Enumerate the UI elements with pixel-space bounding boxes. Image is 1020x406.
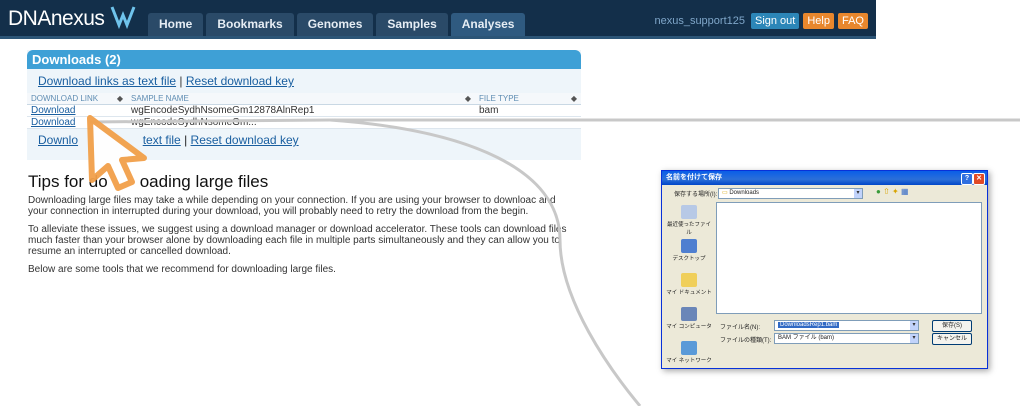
place-my-documents[interactable]: マイ ドキュメント — [666, 273, 712, 305]
place-recent[interactable]: 最近使ったファイル — [666, 205, 712, 237]
save-as-dialog: 名前を付けて保存 ? ✕ 保存する場所(I): ▭ Downloads ▾ ● … — [661, 170, 988, 369]
place-my-computer[interactable]: マイ コンピュータ — [666, 307, 712, 339]
filetype-select[interactable]: BAM ファイル (bam) ▾ — [774, 333, 919, 344]
filetype-value: BAM ファイル (bam) — [778, 335, 835, 341]
save-in-value: Downloads — [729, 190, 760, 196]
my-documents-icon — [681, 273, 697, 287]
place-my-network[interactable]: マイ ネットワーク — [666, 341, 712, 373]
connector-curve — [329, 118, 642, 406]
dialog-title: 名前を付けて保存 — [666, 174, 722, 181]
place-desktop[interactable]: デスクトップ — [666, 239, 712, 271]
filetype-label: ファイルの種類(T): — [720, 338, 772, 344]
save-in-select[interactable]: ▭ Downloads ▾ — [718, 188, 863, 199]
cancel-button[interactable]: キャンセル — [932, 333, 972, 345]
recent-documents-icon — [681, 205, 697, 219]
desktop-icon — [681, 239, 697, 253]
filename-label: ファイル名(N): — [720, 325, 760, 331]
connector-line — [89, 118, 1020, 124]
dialog-title-bar: 名前を付けて保存 ? ✕ — [662, 171, 987, 185]
chevron-down-icon[interactable]: ▾ — [910, 334, 918, 343]
save-in-label: 保存する場所(I): — [674, 192, 718, 198]
folder-icon: ▭ — [722, 190, 728, 196]
dialog-toolbar: ● ⇧ ✦ ▦ — [876, 187, 909, 196]
view-menu-icon[interactable]: ▦ — [901, 187, 909, 196]
filename-value: DownloadsRep1.bam — [778, 322, 840, 328]
my-network-icon — [681, 341, 697, 355]
places-bar: 最近使ったファイル デスクトップ マイ ドキュメント マイ コンピュータ マイ … — [666, 203, 712, 364]
place-label: デスクトップ — [672, 256, 706, 262]
filename-input[interactable]: DownloadsRep1.bam ▾ — [774, 320, 919, 331]
chevron-down-icon[interactable]: ▾ — [910, 321, 918, 330]
back-icon[interactable]: ● — [876, 187, 881, 196]
chevron-down-icon[interactable]: ▾ — [854, 189, 862, 198]
place-label: マイ ネットワーク — [666, 358, 712, 364]
help-icon[interactable]: ? — [961, 173, 973, 185]
file-list-area[interactable] — [716, 202, 982, 314]
new-folder-icon[interactable]: ✦ — [892, 187, 899, 196]
my-computer-icon — [681, 307, 697, 321]
place-label: マイ コンピュータ — [666, 324, 712, 330]
place-label: マイ ドキュメント — [666, 290, 712, 296]
close-icon[interactable]: ✕ — [973, 173, 985, 185]
place-label: 最近使ったファイル — [666, 222, 711, 236]
up-folder-icon[interactable]: ⇧ — [883, 187, 890, 196]
cursor-arrow-icon — [87, 115, 147, 191]
save-button[interactable]: 保存(S) — [932, 320, 972, 332]
